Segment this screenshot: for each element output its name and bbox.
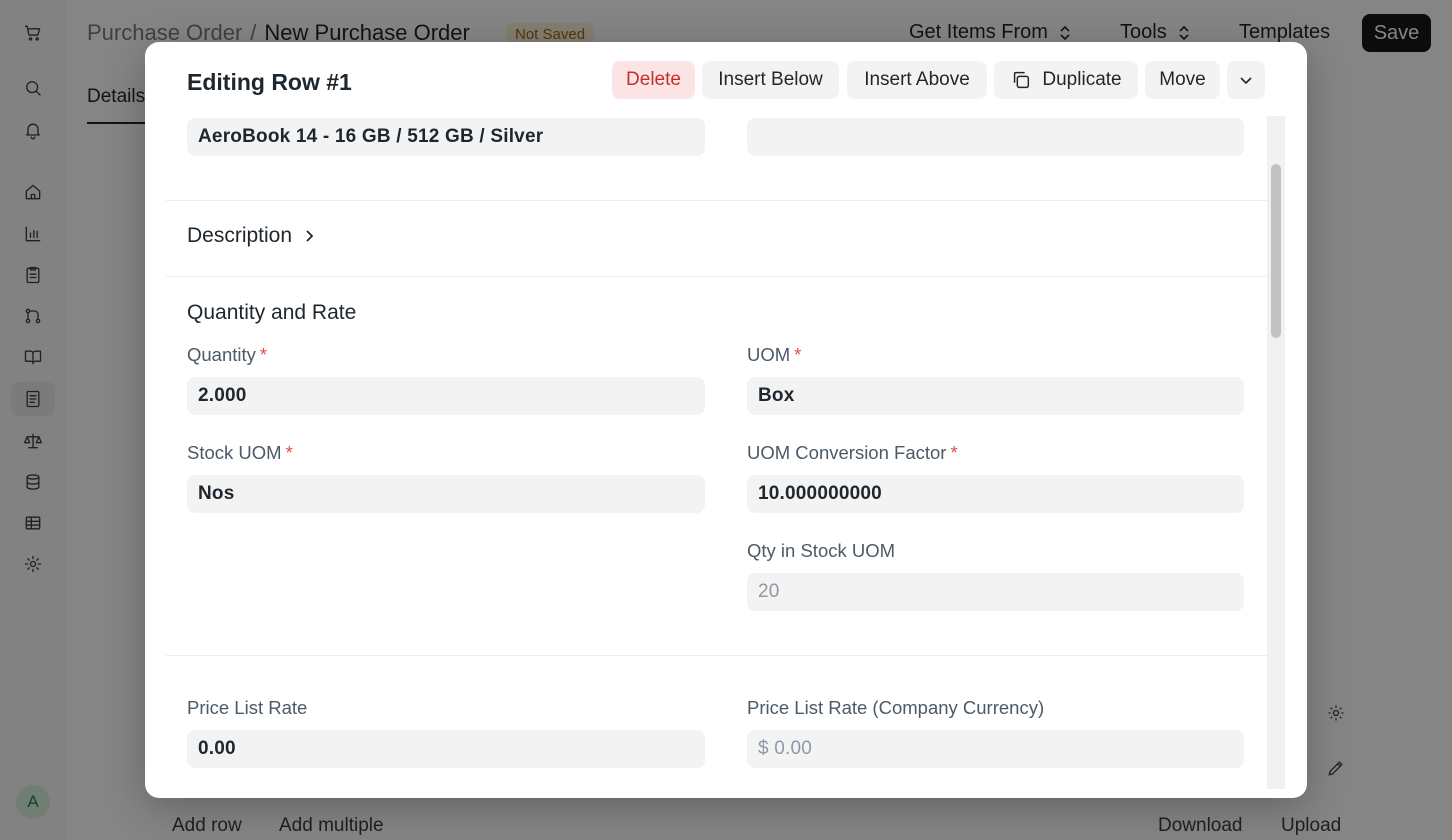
price-list-rate-label: Price List Rate <box>187 697 308 718</box>
description-section-toggle[interactable]: Description <box>187 224 316 248</box>
more-actions-button[interactable] <box>1227 61 1265 99</box>
chevron-down-icon <box>1240 77 1252 85</box>
price-list-rate-company-field: $ 0.00 <box>747 730 1244 768</box>
empty-field[interactable] <box>747 118 1244 156</box>
stock-uom-field[interactable]: Nos <box>187 475 705 513</box>
qty-in-stock-uom-label: Qty in Stock UOM <box>747 540 896 561</box>
copy-icon <box>1014 71 1030 89</box>
section-title-quantity-rate: Quantity and Rate <box>187 301 357 324</box>
uom-conversion-factor-field[interactable]: 10.000000000 <box>747 475 1244 513</box>
divider <box>166 200 1267 201</box>
edit-row-dialog: Editing Row #1 Delete Insert Below Inser… <box>145 42 1307 798</box>
divider <box>166 276 1267 277</box>
uom-label: UOM * <box>747 344 802 365</box>
move-button[interactable]: Move <box>1145 61 1220 99</box>
qty-in-stock-uom-field: 20 <box>747 573 1244 611</box>
divider <box>166 655 1267 656</box>
uom-field[interactable]: Box <box>747 377 1244 415</box>
stock-uom-label: Stock UOM * <box>187 442 293 463</box>
insert-below-button[interactable]: Insert Below <box>702 61 839 99</box>
quantity-field[interactable]: 2.000 <box>187 377 705 415</box>
description-label: Description <box>187 224 293 247</box>
price-list-rate-field[interactable]: 0.00 <box>187 730 705 768</box>
item-name-field[interactable]: AeroBook 14 - 16 GB / 512 GB / Silver <box>187 118 705 156</box>
price-list-rate-company-label: Price List Rate (Company Currency) <box>747 697 1045 718</box>
uom-conversion-factor-label: UOM Conversion Factor * <box>747 442 958 463</box>
dialog-title: Editing Row #1 <box>187 69 352 95</box>
required-marker: * <box>794 344 802 365</box>
required-marker: * <box>950 442 958 463</box>
insert-above-button[interactable]: Insert Above <box>847 61 987 99</box>
dialog-body: AeroBook 14 - 16 GB / 512 GB / Silver De… <box>145 116 1267 798</box>
duplicate-label: Duplicate <box>1042 69 1122 90</box>
scrollbar-thumb[interactable] <box>1271 164 1281 338</box>
delete-button[interactable]: Delete <box>612 61 695 99</box>
quantity-label: Quantity * <box>187 344 268 365</box>
required-marker: * <box>285 442 293 463</box>
required-marker: * <box>259 344 268 365</box>
duplicate-button[interactable]: Duplicate <box>994 61 1138 99</box>
scrollbar[interactable] <box>1267 116 1285 789</box>
chevron-right-icon <box>306 230 314 242</box>
